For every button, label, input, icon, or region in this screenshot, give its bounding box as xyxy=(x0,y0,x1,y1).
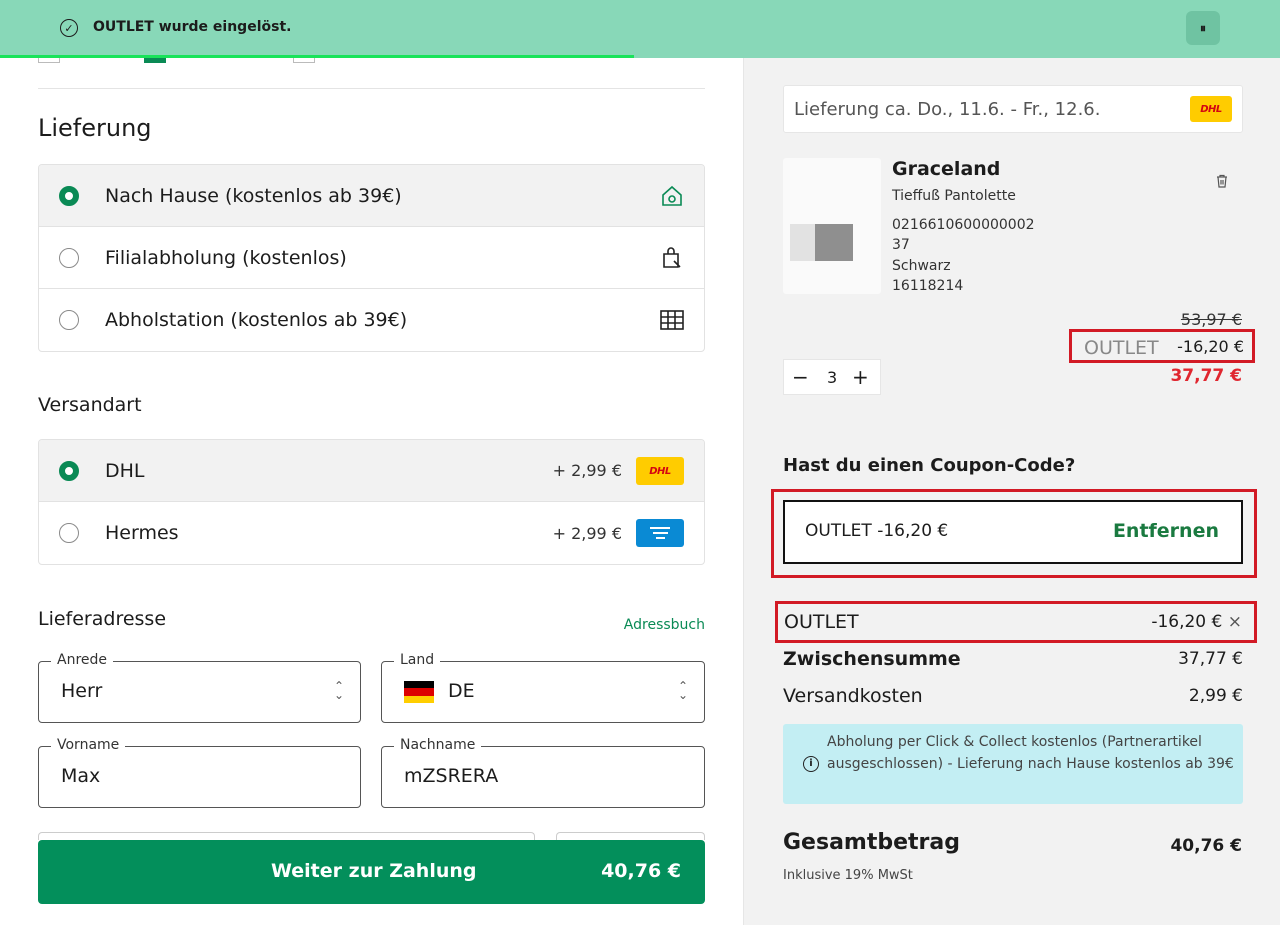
shipping-option-hermes[interactable]: Hermes + 2,99 € xyxy=(39,502,704,564)
select-chevron-icon: ⌃ ⌄ xyxy=(677,679,688,702)
order-summary: Lieferung ca. Do., 11.6. - Fr., 12.6. DH… xyxy=(743,58,1280,925)
delivery-option-home[interactable]: Nach Hause (kostenlos ab 39€) xyxy=(39,165,704,227)
applied-coupon-box: OUTLET -16,20 € Entfernen xyxy=(783,500,1243,564)
radio-selected[interactable] xyxy=(59,461,79,481)
new-price: 37,77 € xyxy=(1170,366,1242,386)
minus-button[interactable]: − xyxy=(792,365,809,389)
store-pickup-icon xyxy=(658,244,686,272)
radio-selected[interactable] xyxy=(59,186,79,206)
remove-coupon-button[interactable]: Entfernen xyxy=(1113,520,1219,542)
subtotal-label: Zwischensumme xyxy=(783,648,961,670)
address-title: Lieferadresse xyxy=(38,608,167,630)
shipping-cost-label: Versandkosten xyxy=(783,685,923,707)
shipping-price: + 2,99 € xyxy=(552,461,622,480)
delivery-estimate-text: Lieferung ca. Do., 11.6. - Fr., 12.6. xyxy=(794,99,1101,120)
delivery-option-label: Abholstation (kostenlos ab 39€) xyxy=(105,309,408,331)
product-subtitle: Tieffuß Pantolette xyxy=(892,188,1016,204)
country-select[interactable]: Land DE ⌃ ⌄ xyxy=(381,652,705,723)
field-value: mZSRERA xyxy=(404,765,499,787)
hermes-logo xyxy=(636,519,684,547)
item-coupon-amount: -16,20 € xyxy=(1177,337,1244,356)
check-circle-icon: ✓ xyxy=(60,19,78,37)
germany-flag-icon xyxy=(404,681,434,703)
field-value: Herr xyxy=(61,680,103,702)
delivery-estimate: Lieferung ca. Do., 11.6. - Fr., 12.6. DH… xyxy=(783,85,1243,133)
item-coupon-highlight: OUTLET -16,20 € xyxy=(1069,329,1255,363)
coupon-question: Hast du einen Coupon-Code? xyxy=(783,455,1076,476)
info-icon: i xyxy=(803,756,819,772)
shipping-price: + 2,99 € xyxy=(552,523,622,543)
quantity-value: 3 xyxy=(827,368,838,387)
select-chevron-icon: ⌃ ⌄ xyxy=(333,679,344,702)
field-label: Vorname xyxy=(51,737,126,753)
pay-button-amount: 40,76 € xyxy=(601,860,681,882)
delivery-option-label: Nach Hause (kostenlos ab 39€) xyxy=(105,184,402,207)
dhl-logo: DHL xyxy=(1190,96,1232,122)
trash-icon[interactable] xyxy=(1214,173,1230,193)
pause-icon: ⏸ xyxy=(1199,20,1206,35)
delivery-title: Lieferung xyxy=(38,114,152,142)
field-label: Land xyxy=(394,652,441,668)
product-sku: 16118214 xyxy=(892,278,964,294)
total-label: Gesamtbetrag xyxy=(783,830,960,855)
item-coupon-code: OUTLET xyxy=(1084,337,1159,359)
delivery-options: Nach Hause (kostenlos ab 39€) Filialabho… xyxy=(38,164,705,352)
field-label: Anrede xyxy=(51,652,114,668)
applied-coupon-text: OUTLET -16,20 € xyxy=(805,521,949,541)
first-name-field[interactable]: Vorname Max xyxy=(38,737,361,808)
shipping-option-label: DHL xyxy=(105,459,145,482)
quantity-stepper: − 3 + xyxy=(783,359,881,395)
subtotal-value: 37,77 € xyxy=(1178,649,1243,669)
locker-icon xyxy=(658,306,686,334)
pause-button[interactable]: ⏸ xyxy=(1186,11,1220,45)
old-price: 53,97 € xyxy=(1180,310,1242,329)
next-fields-remnant xyxy=(38,832,705,840)
checkout-form: Lieferung Nach Hause (kostenlos ab 39€) … xyxy=(0,58,743,925)
salutation-select[interactable]: Anrede Herr ⌃ ⌄ xyxy=(38,652,361,723)
coupon-toast: ✓ OUTLET wurde eingelöst. ⏸ xyxy=(0,0,1280,58)
shipping-cost-value: 2,99 € xyxy=(1188,686,1243,706)
discount-row: OUTLET -16,20 € × xyxy=(775,601,1257,643)
addressbook-link[interactable]: Adressbuch xyxy=(624,617,705,633)
shipping-option-label: Hermes xyxy=(105,522,179,544)
toast-message: OUTLET wurde eingelöst. xyxy=(93,19,292,35)
subtotal-row: Zwischensumme 37,77 € xyxy=(783,648,1243,676)
shipping-options: DHL + 2,99 € DHL Hermes + 2,99 € xyxy=(38,439,705,565)
info-text: Abholung per Click & Collect kostenlos (… xyxy=(827,734,1234,772)
total-value: 40,76 € xyxy=(1170,836,1242,856)
plus-button[interactable]: + xyxy=(852,365,869,389)
delivery-option-locker[interactable]: Abholstation (kostenlos ab 39€) xyxy=(39,289,704,351)
discount-label: OUTLET xyxy=(784,611,859,633)
field-label: Nachname xyxy=(394,737,482,753)
radio-unselected[interactable] xyxy=(59,523,79,543)
field-value: DE xyxy=(448,680,475,702)
field-value: Max xyxy=(61,765,101,787)
product-name[interactable]: Graceland xyxy=(892,158,1000,180)
product-color: Schwarz xyxy=(892,258,951,274)
shipping-title: Versandart xyxy=(38,394,142,416)
last-name-field[interactable]: Nachname mZSRERA xyxy=(381,737,705,808)
delivery-option-store[interactable]: Filialabholung (kostenlos) xyxy=(39,227,704,289)
continue-to-payment-button[interactable]: Weiter zur Zahlung 40,76 € xyxy=(38,840,705,904)
vat-note: Inklusive 19% MwSt xyxy=(783,868,913,883)
product-image[interactable] xyxy=(783,158,881,294)
product-size: 37 xyxy=(892,237,910,253)
shipping-option-dhl[interactable]: DHL + 2,99 € DHL xyxy=(39,440,704,502)
shipping-cost-row: Versandkosten 2,99 € xyxy=(783,685,1243,713)
pay-button-label: Weiter zur Zahlung xyxy=(271,860,477,882)
delivery-option-label: Filialabholung (kostenlos) xyxy=(105,246,347,269)
toast-progress-bar xyxy=(0,55,1280,58)
dhl-logo: DHL xyxy=(636,457,684,485)
info-box: i Abholung per Click & Collect kostenlos… xyxy=(783,724,1243,804)
discount-value: -16,20 € × xyxy=(1151,612,1242,632)
product-article-no: 0216610600000002 xyxy=(892,217,1035,233)
home-icon xyxy=(658,182,686,210)
section-divider xyxy=(38,88,705,89)
radio-unselected[interactable] xyxy=(59,310,79,330)
previous-section-remnant xyxy=(38,58,438,64)
radio-unselected[interactable] xyxy=(59,248,79,268)
toast-progress-fill xyxy=(0,55,634,58)
close-icon[interactable]: × xyxy=(1228,612,1242,632)
